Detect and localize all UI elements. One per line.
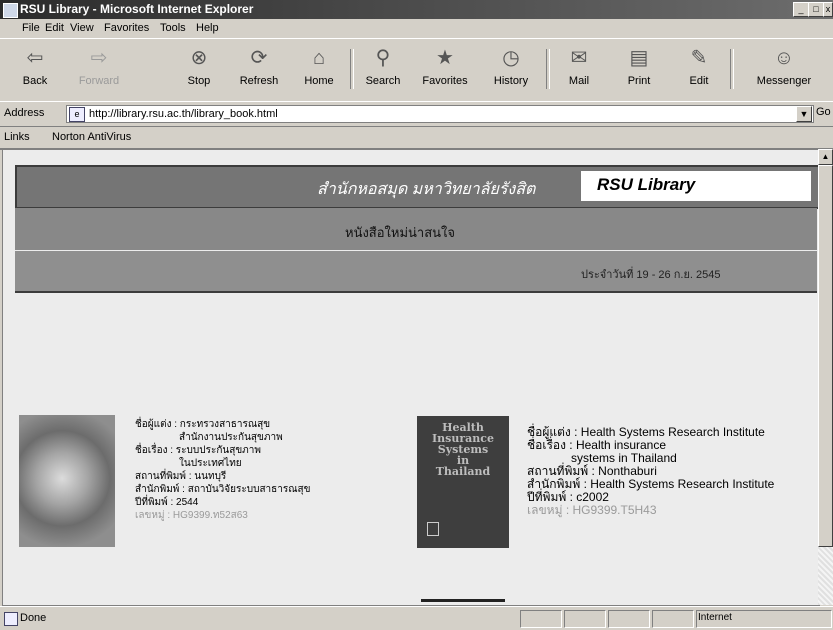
forward-button[interactable]: ⇨ Forward: [76, 45, 122, 93]
history-icon: ◷: [502, 47, 520, 69]
publisher-logo-icon: [427, 522, 439, 536]
vertical-scrollbar[interactable]: ▲: [818, 149, 833, 605]
address-url[interactable]: http://library.rsu.ac.th/library_book.ht…: [89, 108, 278, 120]
home-icon: ⌂: [312, 47, 326, 69]
status-pane: [520, 610, 562, 628]
norton-antivirus-button[interactable]: Norton AntiVirus: [52, 131, 131, 143]
window-title: RSU Library - Microsoft Internet Explore…: [20, 2, 254, 16]
toolbar-separator: [546, 49, 550, 89]
mail-button[interactable]: ✉ Mail: [556, 45, 602, 93]
search-icon: ⚲: [375, 47, 391, 69]
book-author-cont: สำนักงานประกันสุขภาพ: [179, 432, 283, 443]
scroll-thumb[interactable]: [818, 165, 833, 547]
messenger-button[interactable]: ☺ Messenger: [752, 45, 816, 93]
back-button[interactable]: ⇦ Back: [12, 45, 58, 93]
address-dropdown-icon[interactable]: ▼: [796, 106, 812, 122]
book-title: ชื่อเรื่อง : ระบบประกันสุขภาพ: [135, 445, 261, 456]
status-pane: [608, 610, 650, 628]
stop-icon: ⊗: [190, 47, 208, 69]
book-call-number: เลขหมู่ : HG9399.T5H43: [527, 503, 657, 517]
links-label[interactable]: Links: [4, 131, 30, 143]
home-button[interactable]: ⌂ Home: [296, 45, 342, 93]
book-cover-image[interactable]: Health Insurance Systems in Thailand: [417, 416, 509, 548]
book-year: ปีที่พิมพ์ : 2544: [135, 497, 199, 508]
maximize-button[interactable]: □: [808, 2, 824, 17]
book-info: ชื่อผู้แต่ง : Health Systems Research In…: [527, 426, 774, 517]
toolbar-separator: [730, 49, 734, 89]
book-place: สถานที่พิมพ์ : นนทบุรี: [135, 471, 227, 482]
back-arrow-icon: ⇦: [26, 47, 44, 69]
page-subtitle: หนังสือใหม่น่าสนใจ: [345, 225, 456, 240]
title-bar: RSU Library - Microsoft Internet Explore…: [0, 0, 833, 19]
page-content: สำนักหอสมุด มหาวิทยาลัยรังสิต RSU Librar…: [2, 149, 820, 606]
header-banner: สำนักหอสมุด มหาวิทยาลัยรังสิต RSU Librar…: [15, 165, 819, 209]
close-button[interactable]: x: [823, 2, 833, 17]
brand-title: RSU Library: [597, 175, 696, 194]
favorites-button[interactable]: ★ Favorites: [422, 45, 468, 93]
library-name-thai: สำนักหอสมุด มหาวิทยาลัยรังสิต: [317, 181, 536, 198]
links-bar: Links Norton AntiVirus: [0, 126, 833, 150]
menu-tools[interactable]: Tools: [160, 22, 186, 34]
menu-bar: File Edit View Favorites Tools Help: [0, 19, 833, 37]
internet-zone: Internet: [698, 612, 732, 623]
menu-view[interactable]: View: [70, 22, 94, 34]
stop-button[interactable]: ⊗ Stop: [176, 45, 222, 93]
toolbar-separator: [350, 49, 354, 89]
go-button[interactable]: Go: [816, 106, 831, 118]
menu-file[interactable]: File: [22, 22, 40, 34]
book-title-cont: ในประเทศไทย: [179, 458, 242, 469]
status-text: Done: [20, 612, 47, 624]
menu-favorites[interactable]: Favorites: [104, 22, 149, 34]
page-icon: e: [69, 107, 85, 122]
refresh-icon: ⟳: [250, 47, 268, 69]
edit-button[interactable]: ✎ Edit: [676, 45, 722, 93]
date-range: ประจำวันที่ 19 - 26 ก.ย. 2545: [581, 269, 721, 281]
status-pane: [652, 610, 694, 628]
page-icon: [4, 612, 18, 626]
menu-help[interactable]: Help: [196, 22, 219, 34]
subtitle-banner: หนังสือใหม่น่าสนใจ: [15, 208, 817, 250]
brand-box: RSU Library: [581, 171, 811, 201]
edit-icon: ✎: [690, 47, 708, 69]
cover-title: Health Insurance Systems in Thailand: [423, 422, 503, 477]
printer-icon: ▤: [629, 47, 649, 69]
book-publisher: สำนักพิมพ์ : สถาบันวิจัยระบบสาธารณสุข: [135, 484, 311, 495]
forward-arrow-icon: ⇨: [90, 47, 108, 69]
standard-toolbar: ⇦ Back ⇨ Forward ⊗ Stop ⟳ Refresh ⌂ Home…: [0, 38, 833, 102]
favorites-icon: ★: [436, 47, 454, 69]
menu-edit[interactable]: Edit: [45, 22, 64, 34]
mail-icon: ✉: [570, 47, 588, 69]
book-cover-image[interactable]: [19, 415, 115, 547]
address-bar: Address e http://library.rsu.ac.th/libra…: [0, 101, 833, 127]
address-input[interactable]: e http://library.rsu.ac.th/library_book.…: [66, 105, 814, 123]
refresh-button[interactable]: ⟳ Refresh: [236, 45, 282, 93]
history-button[interactable]: ◷ History: [488, 45, 534, 93]
search-button[interactable]: ⚲ Search: [360, 45, 406, 93]
book-info: ชื่อผู้แต่ง : กระทรวงสาธารณสุข สำนักงานป…: [135, 418, 310, 522]
status-bar: Done Internet: [0, 606, 833, 630]
book-call-number: เลขหมู่ : HG9399.ท52ส63: [135, 510, 248, 521]
minimize-button[interactable]: _: [793, 2, 809, 17]
cover-line: Thailand: [435, 465, 491, 478]
status-pane: [564, 610, 606, 628]
book-author: ชื่อผู้แต่ง : กระทรวงสาธารณสุข: [135, 419, 271, 430]
ie-icon: [3, 3, 18, 18]
divider: [421, 599, 505, 602]
print-button[interactable]: ▤ Print: [616, 45, 662, 93]
scroll-up-icon[interactable]: ▲: [818, 149, 833, 165]
messenger-icon: ☺: [773, 47, 795, 69]
date-banner: ประจำวันที่ 19 - 26 ก.ย. 2545: [15, 251, 817, 293]
address-label: Address: [4, 107, 45, 119]
